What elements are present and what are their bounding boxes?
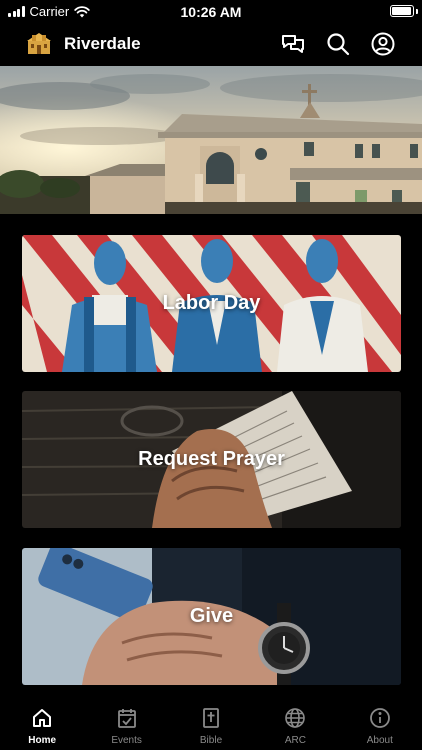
tab-about[interactable]: About xyxy=(338,696,422,750)
status-time: 10:26 AM xyxy=(180,4,242,20)
search-icon[interactable] xyxy=(325,31,351,57)
calendar-check-icon xyxy=(117,709,136,728)
profile-icon[interactable] xyxy=(370,31,396,57)
labor-day-label: Labor Day xyxy=(162,292,261,314)
give-label: Give xyxy=(189,605,234,627)
give-card[interactable]: Give xyxy=(22,548,401,685)
tab-bible-label: Bible xyxy=(199,735,223,746)
request-prayer-label: Request Prayer xyxy=(138,448,285,470)
tab-arc-label: ARC xyxy=(284,735,306,746)
app-title: Riverdale xyxy=(64,34,141,53)
app-header: Riverdale xyxy=(0,26,422,62)
tab-events-label: Events xyxy=(111,735,142,746)
battery-tip xyxy=(416,9,418,14)
labor-day-card[interactable]: Labor Day xyxy=(22,235,401,372)
home-icon xyxy=(33,709,52,727)
battery-icon xyxy=(390,5,414,17)
tab-about-label: About xyxy=(366,735,393,746)
bible-icon xyxy=(203,708,219,728)
tab-bible[interactable]: Bible xyxy=(169,696,253,750)
status-bar: Carrier 10:26 AM xyxy=(0,0,422,24)
church-logo-icon[interactable] xyxy=(26,31,52,55)
chat-bubbles-icon[interactable] xyxy=(280,31,306,57)
globe-icon xyxy=(285,708,306,728)
tab-home-label: Home xyxy=(28,735,57,746)
info-icon xyxy=(369,708,390,728)
hero-banner-image xyxy=(0,66,422,214)
tab-home[interactable]: Home xyxy=(0,696,84,750)
tab-arc[interactable]: ARC xyxy=(253,696,337,750)
tab-events[interactable]: Events xyxy=(84,696,168,750)
request-prayer-card[interactable]: Request Prayer xyxy=(22,391,401,528)
bottom-tab-bar: Home Events Bible ARC About xyxy=(0,696,422,750)
